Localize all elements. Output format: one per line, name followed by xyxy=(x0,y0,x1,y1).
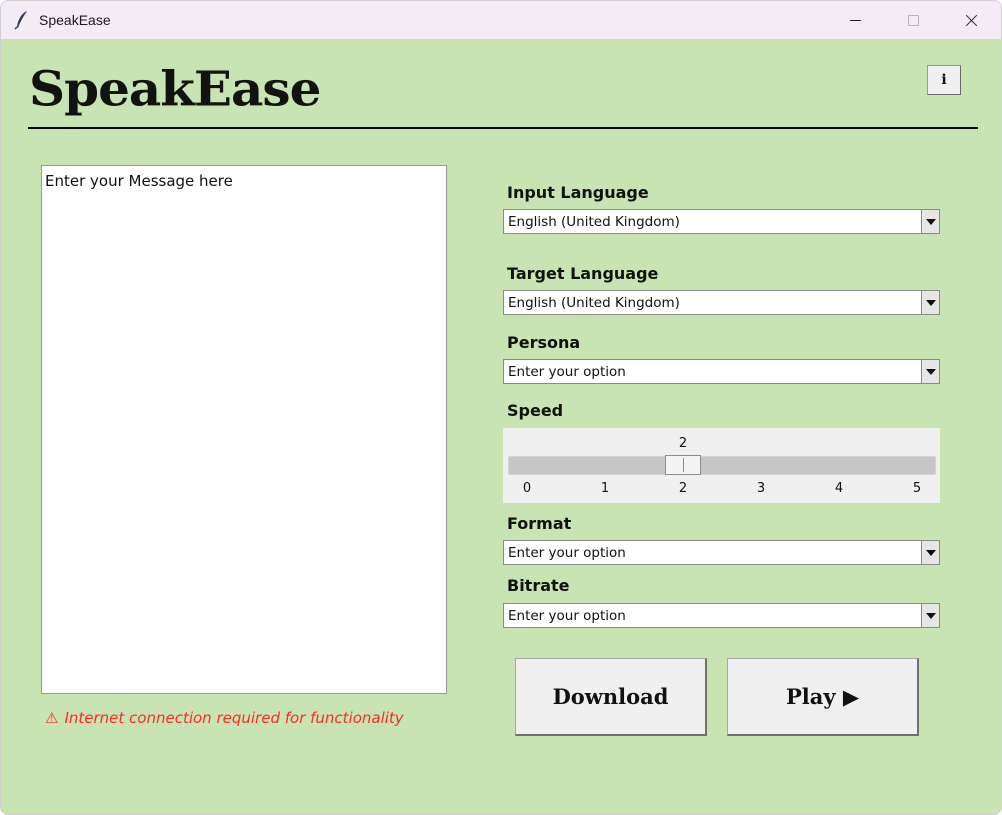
app-logo: SpeakEase xyxy=(29,61,321,118)
input-language-label: Input Language xyxy=(507,183,649,202)
message-input[interactable]: Enter your Message here xyxy=(41,165,447,694)
format-value: Enter your option xyxy=(508,545,626,561)
speed-tick: 2 xyxy=(678,481,688,496)
chevron-down-icon[interactable] xyxy=(921,541,939,564)
target-language-label: Target Language xyxy=(507,264,659,283)
speed-tick: 0 xyxy=(522,481,532,496)
target-language-value: English (United Kingdom) xyxy=(508,295,680,311)
chevron-down-icon[interactable] xyxy=(921,604,939,627)
chevron-down-icon[interactable] xyxy=(921,210,939,233)
close-button[interactable] xyxy=(948,1,994,39)
chevron-down-icon[interactable] xyxy=(921,291,939,314)
speed-tick: 1 xyxy=(600,481,610,496)
slider-handle[interactable] xyxy=(665,455,701,475)
speed-tick: 4 xyxy=(834,481,844,496)
main-content: SpeakEase i Enter your Message here ⚠ Int… xyxy=(1,39,1001,814)
download-button[interactable]: Download xyxy=(515,658,707,736)
warning-icon: ⚠ xyxy=(45,709,59,727)
feather-icon xyxy=(14,11,27,30)
speed-current-value: 2 xyxy=(678,436,688,451)
speed-tick: 3 xyxy=(756,481,766,496)
minimize-button[interactable] xyxy=(832,1,878,39)
persona-value: Enter your option xyxy=(508,364,626,380)
play-button[interactable]: Play ▶ xyxy=(727,658,919,736)
speed-tick: 5 xyxy=(912,481,922,496)
format-label: Format xyxy=(507,514,572,533)
input-language-value: English (United Kingdom) xyxy=(508,214,680,230)
slider-track[interactable] xyxy=(508,456,936,475)
bitrate-label: Bitrate xyxy=(507,576,570,595)
header-divider xyxy=(28,127,978,129)
bitrate-value: Enter your option xyxy=(508,608,626,624)
speed-slider[interactable]: 2 0 1 2 3 4 5 xyxy=(503,428,940,503)
chevron-down-icon[interactable] xyxy=(921,360,939,383)
target-language-select[interactable]: English (United Kingdom) xyxy=(503,290,940,315)
format-select[interactable]: Enter your option xyxy=(503,540,940,565)
speed-label: Speed xyxy=(507,401,564,420)
warning-text: Internet connection required for functio… xyxy=(64,709,404,727)
persona-label: Persona xyxy=(507,333,581,352)
window-title: SpeakEase xyxy=(39,12,111,28)
persona-select[interactable]: Enter your option xyxy=(503,359,940,384)
bitrate-select[interactable]: Enter your option xyxy=(503,603,940,628)
app-window: SpeakEase SpeakEase i Enter your Message… xyxy=(0,0,1002,815)
title-bar[interactable]: SpeakEase xyxy=(1,1,1001,39)
maximize-button[interactable] xyxy=(890,1,936,39)
connection-warning: ⚠ Internet connection required for functi… xyxy=(45,709,404,727)
info-button[interactable]: i xyxy=(927,65,961,95)
input-language-select[interactable]: English (United Kingdom) xyxy=(503,209,940,234)
